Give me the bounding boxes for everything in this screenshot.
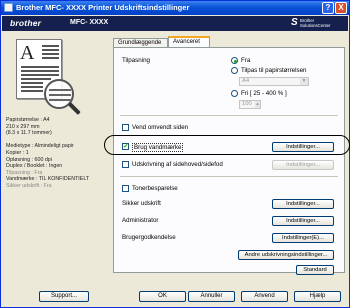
scaling-fit-label: Tilpas til papirstørrelsen <box>241 67 307 74</box>
spinner-icon: ▴ <box>255 101 260 108</box>
watermark-highlight <box>104 135 350 155</box>
help-title-button[interactable]: ? <box>322 2 334 14</box>
solutions-center-button[interactable]: S Brother SolutionsCenter <box>291 17 345 29</box>
printer-model: MFC- XXXX <box>70 19 109 26</box>
brand-header: brother MFC- XXXX S Brother SolutionsCen… <box>2 16 348 31</box>
user-auth-label: Brugergodkendelse <box>122 234 176 241</box>
apply-button[interactable]: Anvend <box>241 291 288 302</box>
paper-size-value: A4 <box>242 78 250 84</box>
scaling-free-label: Fri [ 25 - 400 % ] <box>241 90 287 97</box>
brother-logo: brother <box>10 18 42 28</box>
administrator-label: Administrator <box>122 217 159 224</box>
summary-line: Duplex / Booklet : Ingen <box>6 163 63 170</box>
administrator-settings-button[interactable]: Indstillinger... <box>272 216 334 226</box>
scaling-off-label: Fra <box>241 57 251 64</box>
title-bar: Brother MFC- XXXX Printer Udskriftsindst… <box>1 1 349 15</box>
divider <box>120 176 338 177</box>
header-footer-settings-button[interactable]: Indstillinger... <box>272 160 334 170</box>
percent-input[interactable]: 100 ▴ <box>239 100 261 109</box>
ok-button[interactable]: OK <box>139 291 186 302</box>
reverse-print-label: Vend omvendt siden <box>132 124 189 131</box>
summary-line: 210 x 297 mm <box>6 123 40 130</box>
divider <box>120 115 338 116</box>
scaling-label: Tilpasning <box>122 57 150 64</box>
advanced-panel: Tilpasning Fra Tilpas til papirstørrelse… <box>113 47 345 275</box>
summary-line: Tilpasning : Fra <box>6 169 43 176</box>
close-button[interactable]: X <box>335 2 347 14</box>
window-title: Brother MFC- XXXX Printer Udskriftsindst… <box>16 3 190 12</box>
solutions-center-label: Brother SolutionsCenter <box>300 18 331 28</box>
summary-line: Medietype : Almindeligt papir <box>6 143 74 150</box>
help-button[interactable]: Hjælp <box>294 291 341 302</box>
summary-line: (8.3 x 11.7 tommer) <box>6 130 52 137</box>
paper-size-select[interactable]: A4 ▼ <box>239 77 309 86</box>
toner-save-label: Tonerbesparelse <box>132 185 178 192</box>
scaling-fit-radio[interactable] <box>231 67 238 74</box>
support-button[interactable]: Support... <box>39 291 89 302</box>
summary-line: Vandmærke : TIL KONFIDENTIELT <box>6 176 90 183</box>
printer-app-icon <box>4 3 13 12</box>
reverse-print-checkbox[interactable] <box>122 124 129 131</box>
summary-line <box>6 137 110 144</box>
toner-save-checkbox[interactable] <box>122 185 129 192</box>
scaling-free-radio[interactable] <box>231 90 238 97</box>
secure-print-label: Sikker udskrift <box>122 200 161 207</box>
header-footer-label: Udskrivning af sidehoved/sidefod <box>132 161 223 168</box>
header-footer-checkbox[interactable] <box>122 161 129 168</box>
user-auth-settings-button[interactable]: Indstillinger(E)... <box>272 233 334 243</box>
default-button[interactable]: Standard <box>296 265 334 275</box>
summary-line: Kopier : 1 <box>6 149 29 156</box>
summary-line: Papirstørrelse : A4 <box>6 117 50 123</box>
printer-preferences-window: Brother MFC- XXXX Printer Udskriftsindst… <box>0 0 350 308</box>
solutions-center-icon: S <box>291 17 298 28</box>
scaling-off-radio[interactable] <box>231 57 238 64</box>
secure-print-settings-button[interactable]: Indstillinger... <box>272 199 334 209</box>
preview-panel: A Papirstørrelse : A4 210 x 297 mm (8.3 … <box>6 39 110 299</box>
settings-summary: Papirstørrelse : A4 210 x 297 mm (8.3 x … <box>6 117 110 190</box>
summary-line: Sikker udskrift : Fra <box>6 182 52 189</box>
percent-value: 100 <box>242 101 252 107</box>
chevron-down-icon: ▼ <box>300 78 308 85</box>
cancel-button[interactable]: Annuller <box>188 291 235 302</box>
other-print-options-button[interactable]: Andre udskrivningsindstillinger... <box>238 250 334 260</box>
magnifier-handle <box>68 102 81 115</box>
preview-letter: A <box>20 42 35 64</box>
summary-line: Opløsning : 600 dpi <box>6 156 52 163</box>
